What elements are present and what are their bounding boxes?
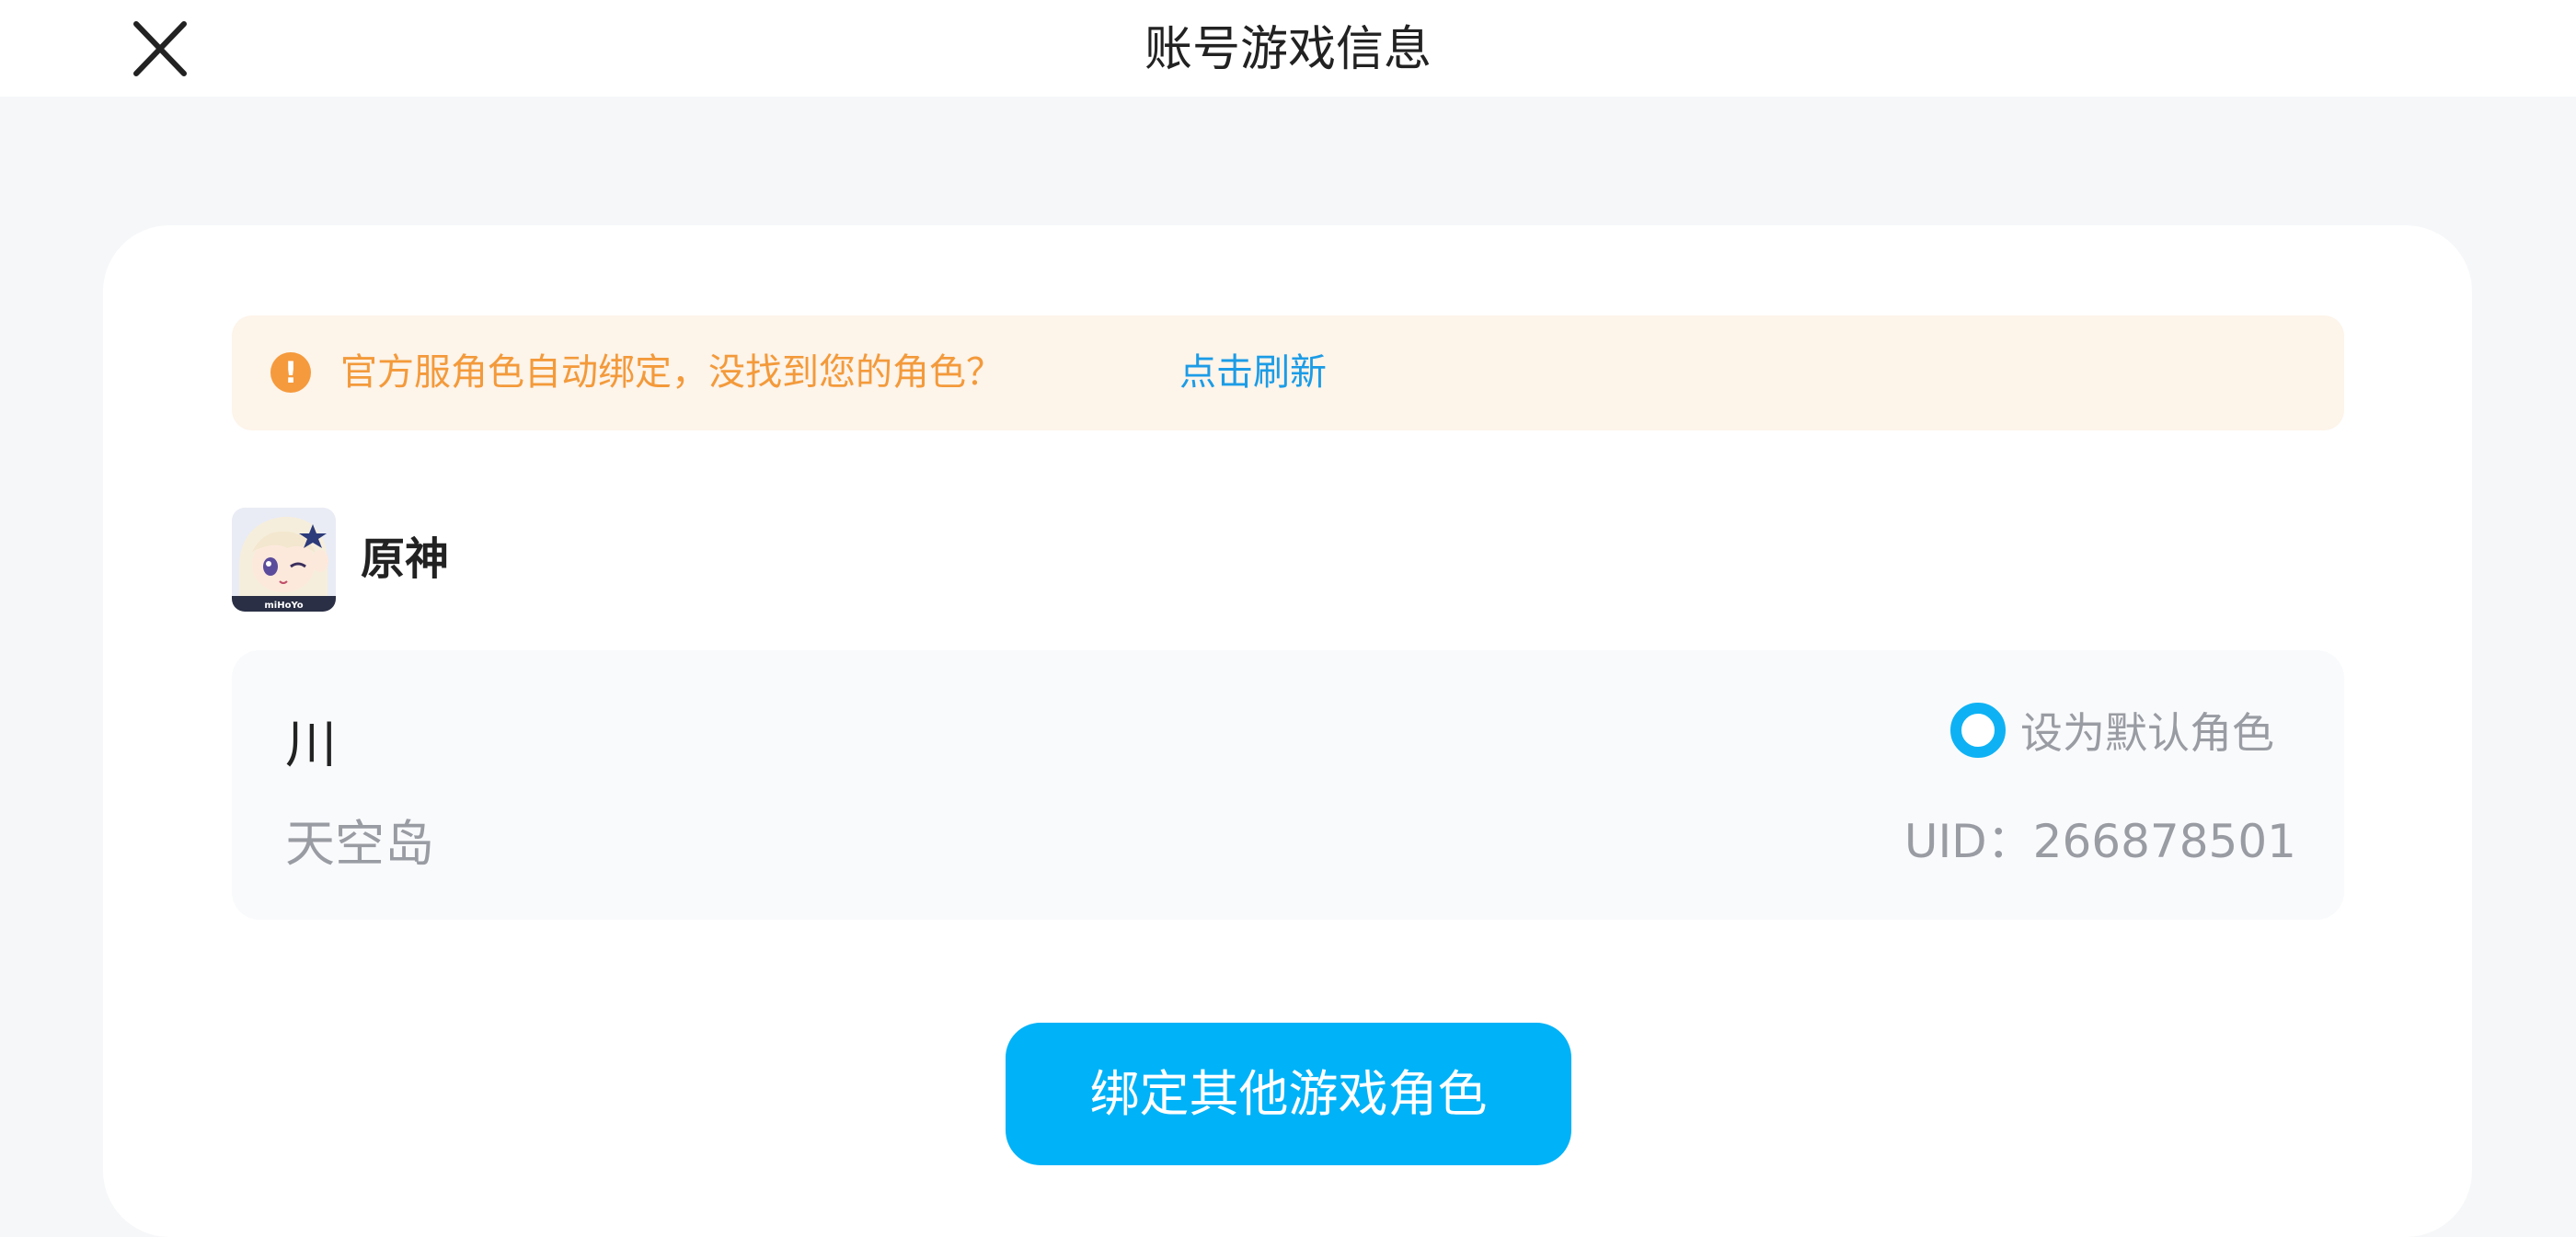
top-bar: 账号游戏信息 [0,0,2576,97]
set-default-role-label: 设为默认角色 [2020,708,2274,758]
game-avatar: miHoYo [232,508,336,612]
role-card: 川 天空岛 设为默认角色 UID：266878501 [232,650,2344,920]
exclamation-icon: ! [270,352,311,393]
radio-icon[interactable] [1950,703,2006,758]
notice-banner: ! 官方服角色自动绑定，没找到您的角色？ 点击刷新 [232,315,2344,430]
set-default-role-toggle[interactable]: 设为默认角色 [1950,698,2274,762]
role-uid: UID：266878501 [1903,815,2296,868]
close-icon [133,21,187,76]
refresh-link[interactable]: 点击刷新 [1179,315,1327,430]
game-icon-badge: miHoYo [264,601,303,611]
account-card: ! 官方服角色自动绑定，没找到您的角色？ 点击刷新 miHoYo 原神 川 天空… [103,225,2472,1237]
game-name: 原神 [361,533,450,585]
notice-text: 官方服角色自动绑定，没找到您的角色？ [340,351,1003,394]
role-name: 川 [285,716,337,775]
close-button[interactable] [125,17,195,81]
page-title: 账号游戏信息 [1144,22,1432,77]
bind-other-role-button[interactable]: 绑定其他游戏角色 [1006,1023,1571,1165]
role-server: 天空岛 [285,815,434,873]
